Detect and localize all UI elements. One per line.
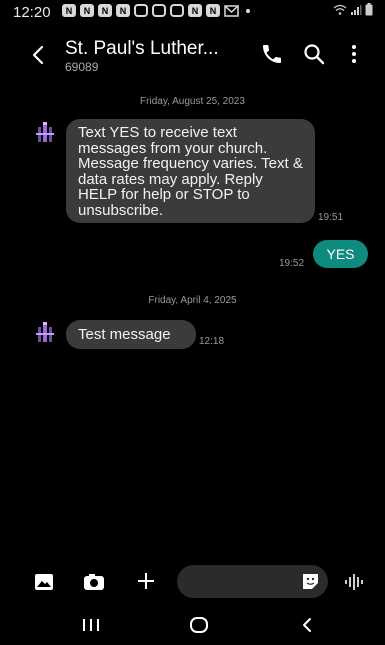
outgoing-message-bubble[interactable]: YES [313,240,368,268]
conversation-header: St. Paul's Luther... 69089 [0,28,385,86]
home-icon[interactable] [189,616,209,634]
battery-icon [365,3,373,16]
instagram-icon [152,4,166,17]
notification-n-icon: N [62,4,76,17]
status-right [333,3,373,16]
date-separator: Friday, April 4, 2025 [148,295,237,306]
camera-icon[interactable] [83,573,105,591]
contact-name[interactable]: St. Paul's Luther... [65,38,219,60]
instagram-icon [134,4,148,17]
notification-n-icon: N [80,4,94,17]
message-timestamp: 19:51 [318,212,344,223]
contact-avatar-icon[interactable] [34,322,56,344]
add-icon[interactable] [136,571,156,591]
message-text: Text YES to receive text messages from y… [78,124,303,219]
incoming-message-bubble[interactable]: Text YES to receive text messages from y… [66,119,315,223]
wifi-icon [333,4,347,15]
phone-icon[interactable] [260,42,284,66]
message-composer [0,565,385,605]
notification-n-icon: N [206,4,220,17]
status-bar: 12:20 N N N N N N [0,0,385,22]
notification-n-icon: N [116,4,130,17]
message-text: YES [326,246,355,262]
messages-screen: 12:20 N N N N N N St. Paul's Luther... 6… [0,0,385,645]
more-vert-icon[interactable] [342,42,366,66]
message-text: Test message [78,326,171,343]
back-nav-icon[interactable] [298,616,316,634]
gmail-icon [224,5,239,17]
back-icon[interactable] [26,40,48,70]
status-time: 12:20 [13,4,51,21]
date-separator: Friday, August 25, 2023 [140,96,245,107]
contact-number: 69089 [65,60,99,74]
incoming-message-bubble[interactable]: Test message [66,320,196,349]
instagram-icon [170,4,184,17]
message-timestamp: 19:52 [279,258,305,269]
search-icon[interactable] [302,42,326,66]
navigation-bar [0,605,385,645]
notification-icons: N N N N N N [62,4,250,17]
sticker-icon[interactable] [301,572,320,591]
message-timestamp: 12:18 [199,336,225,347]
contact-avatar-icon[interactable] [34,122,56,144]
voice-icon[interactable] [344,572,366,592]
notification-n-icon: N [98,4,112,17]
notification-n-icon: N [188,4,202,17]
more-notifications-dot [246,9,250,13]
signal-icon [351,4,362,15]
gallery-icon[interactable] [34,573,54,591]
recents-icon[interactable] [81,617,101,633]
